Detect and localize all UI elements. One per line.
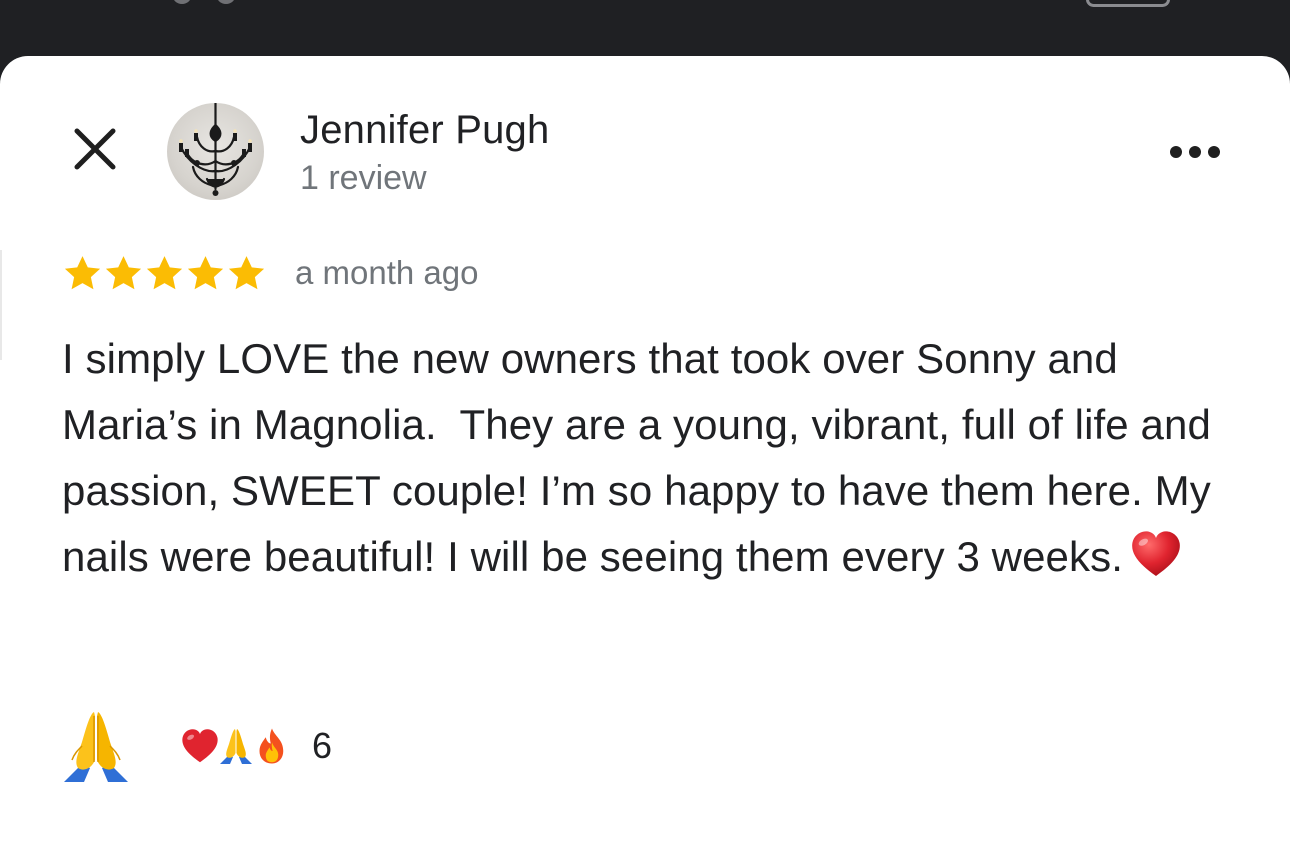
reaction-count: 6 — [312, 725, 333, 766]
close-button[interactable] — [62, 116, 128, 182]
react-button[interactable] — [56, 706, 136, 786]
star-rating — [62, 253, 267, 294]
star-icon — [64, 255, 101, 289]
star-icon — [228, 255, 265, 289]
status-bar — [0, 0, 1290, 56]
more-options-button[interactable] — [1160, 130, 1230, 174]
praying-hands-emoji-icon — [220, 729, 252, 764]
review-text: I simply LOVE the new owners that took o… — [62, 326, 1242, 590]
status-bar-icons — [174, 0, 234, 4]
review-body: I simply LOVE the new owners that took o… — [62, 335, 1223, 580]
praying-hands-icon — [64, 712, 128, 782]
rating-row: a month ago — [62, 248, 478, 298]
star-icon — [105, 255, 142, 289]
sheet-edge-divider — [0, 250, 2, 360]
reaction-icons — [180, 726, 288, 766]
heart-emoji-icon — [1132, 531, 1180, 576]
star-icon — [187, 255, 224, 289]
avatar[interactable] — [167, 103, 264, 200]
close-icon — [74, 128, 116, 170]
reviewer-review-count[interactable]: 1 review — [300, 158, 427, 198]
fire-emoji-icon — [259, 728, 284, 764]
review-date: a month ago — [295, 254, 479, 291]
reaction-summary[interactable]: 6 — [180, 718, 332, 774]
reviewer-name[interactable]: Jennifer Pugh — [300, 106, 549, 154]
heart-emoji-icon — [182, 729, 218, 763]
battery-icon — [1086, 0, 1170, 7]
star-icon — [146, 255, 183, 289]
chandelier-avatar-image — [179, 103, 252, 196]
more-options-icon — [1170, 146, 1220, 158]
